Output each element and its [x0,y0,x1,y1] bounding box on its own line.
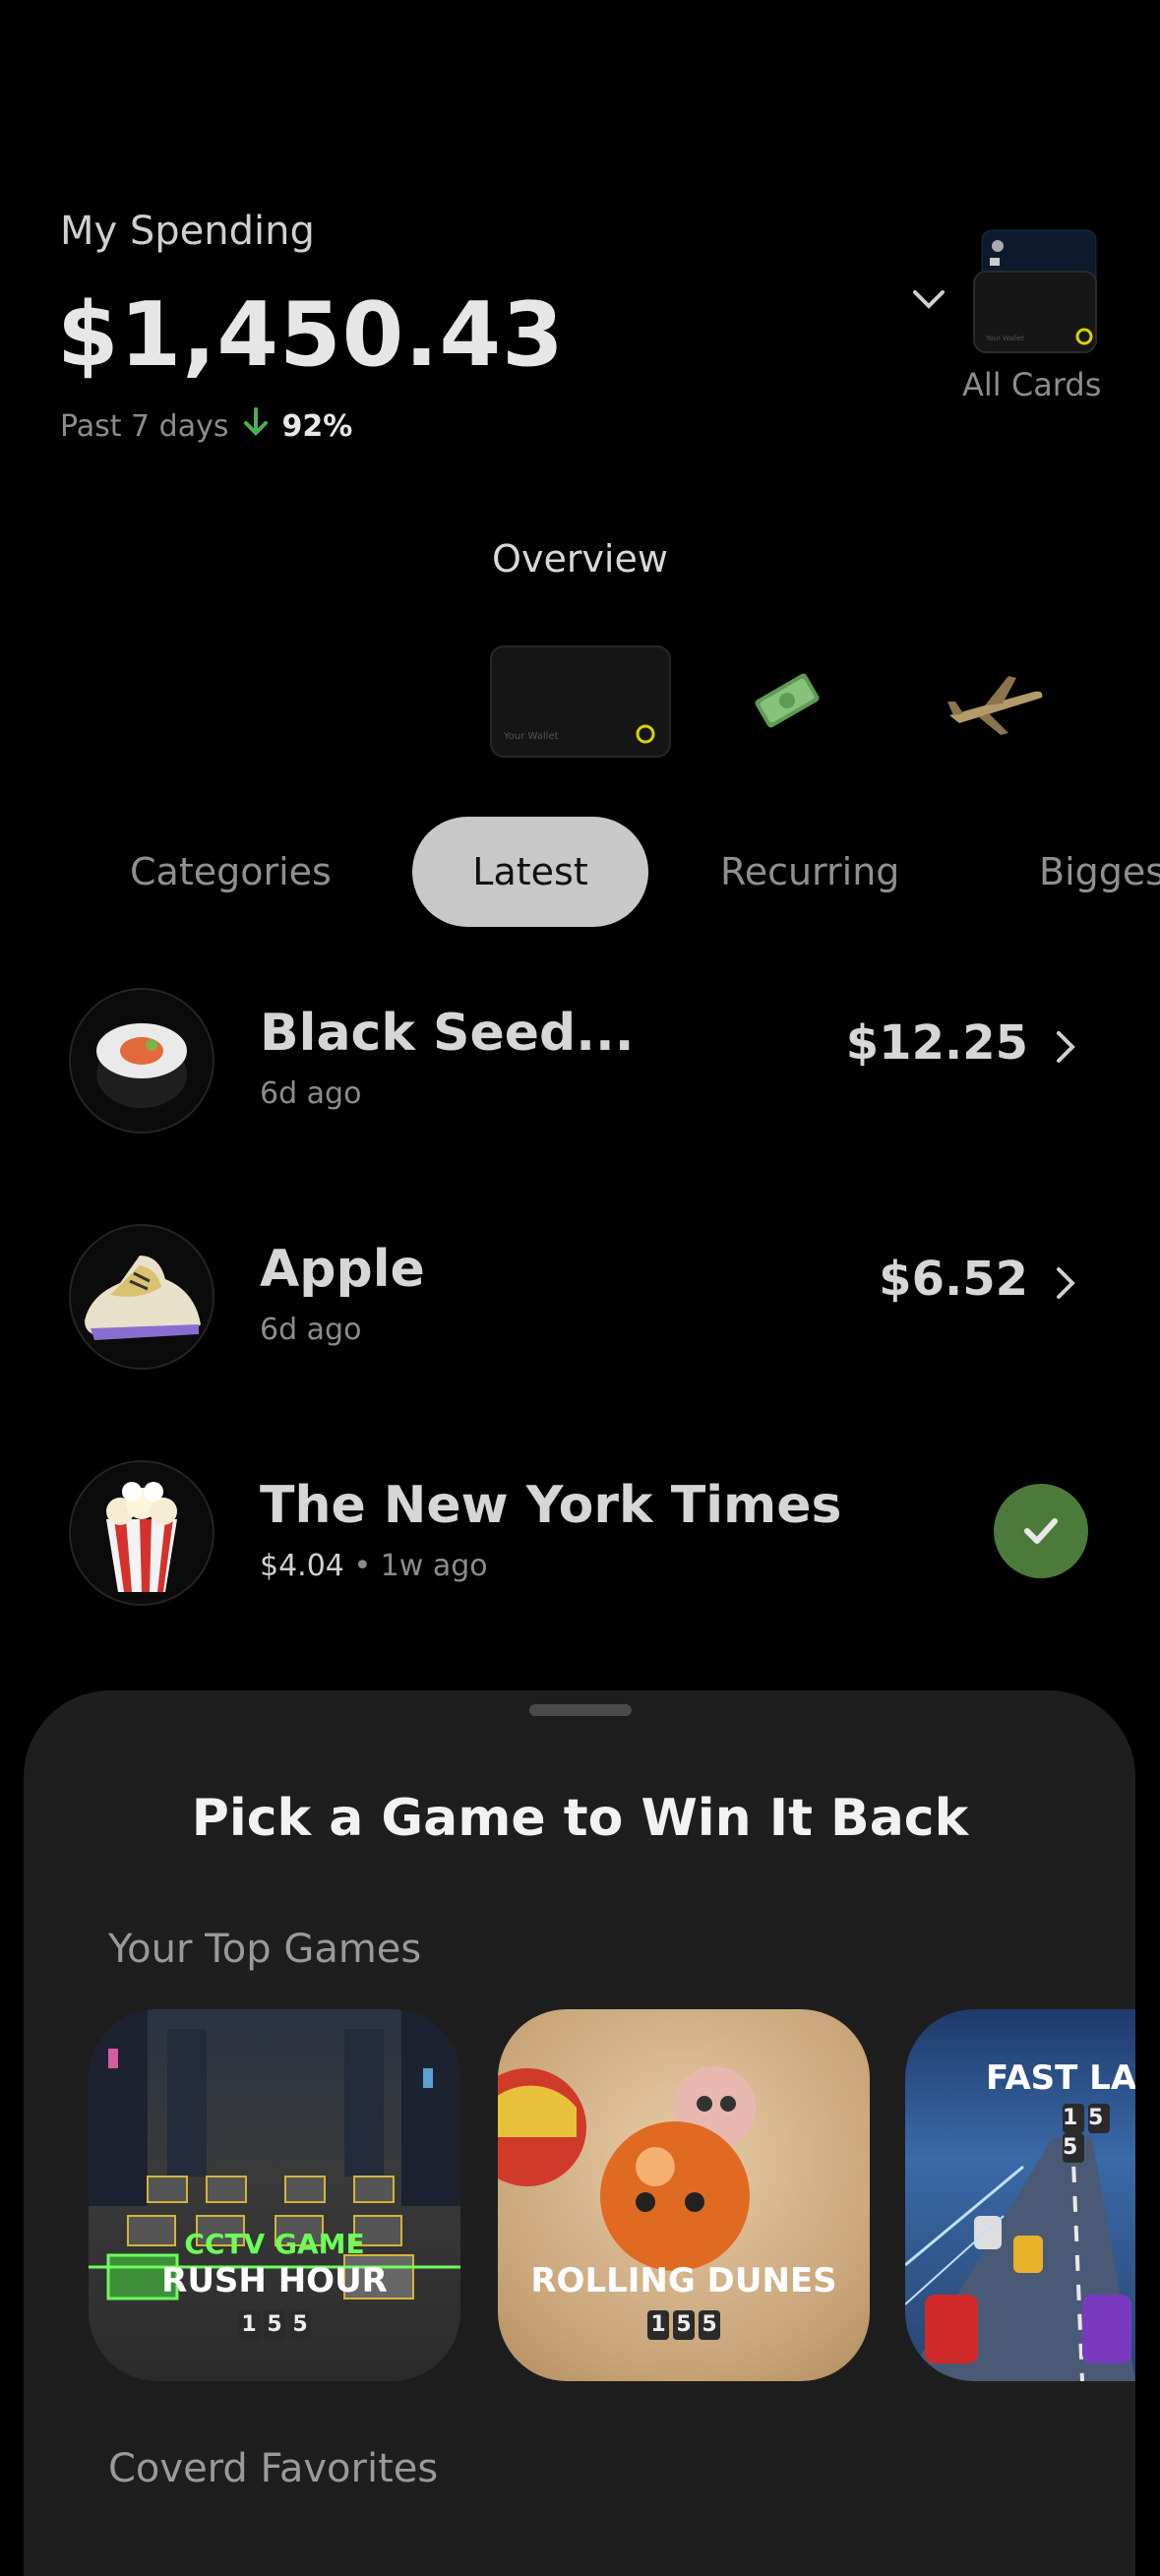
digit: 5 [264,2310,285,2340]
transaction-time: • 1w ago [353,1549,488,1583]
tab-biggest[interactable]: Biggest [1039,817,1160,927]
transaction-row[interactable]: The New York Times $4.04 • 1w ago [0,1446,1160,1624]
spending-title: My Spending [60,209,315,254]
game-title-line1: CCTV GAME [184,2228,365,2260]
digit: 5 [1088,2104,1110,2133]
sushi-icon [69,988,214,1134]
game-card-rush-hour[interactable]: CCTV GAME RUSH HOUR 155 [89,2009,460,2381]
favorites-label: Coverd Favorites [108,2446,439,2491]
tab-categories[interactable]: Categories [130,817,332,927]
digit: 5 [673,2310,695,2340]
game-title: ROLLING DUNES [530,2261,837,2300]
game-title: FAST LA [986,2058,1135,2098]
wallet-card[interactable]: Your Wallet [490,645,671,758]
transaction-amount: $12.25 [845,1015,1028,1071]
top-games-label: Your Top Games [108,1927,422,1972]
digit: 5 [1063,2133,1084,2163]
sheet-drag-handle[interactable] [529,1704,632,1716]
transaction-name: The New York Times [260,1476,842,1535]
popcorn-icon [69,1460,214,1606]
all-cards-label[interactable]: All Cards [962,366,1101,403]
game-digits: 155 [89,2310,460,2340]
digit: 5 [699,2310,720,2340]
change-percent: 92% [281,408,353,444]
covered-check-icon [994,1484,1088,1578]
money-icon[interactable] [748,661,826,740]
chevron-right-icon [1053,1263,1078,1303]
card-logo-icon [636,724,655,744]
chevron-right-icon [1053,1027,1078,1067]
transaction-meta: $4.04 • 1w ago [260,1549,488,1583]
overview-title: Overview [492,537,668,581]
game-card-rolling-dunes[interactable]: ROLLING DUNES 155 [498,2009,870,2381]
digit: 1 [238,2310,260,2340]
airplane-icon[interactable] [940,664,1048,743]
sneaker-icon [69,1224,214,1370]
transaction-name: Black Seed... [260,1004,635,1063]
transaction-time: 6d ago [260,1076,362,1111]
sheet-title: Pick a Game to Win It Back [191,1789,969,1848]
tab-latest[interactable]: Latest [412,817,648,927]
card-stack-icon[interactable]: Your Wallet [968,224,1106,362]
game-digits: 155 [498,2310,870,2340]
transaction-amount: $6.52 [879,1252,1028,1307]
game-digits: 155 [1061,2104,1135,2163]
period-label: Past 7 days [60,408,229,444]
transaction-name: Apple [260,1240,425,1299]
spending-amount: $1,450.43 [57,283,565,387]
transaction-row[interactable]: Apple 6d ago $6.52 [0,1210,1160,1387]
digit: 5 [289,2310,311,2340]
digit: 1 [1063,2104,1084,2133]
transaction-time: 6d ago [260,1313,362,1347]
chevron-down-icon[interactable] [909,280,948,320]
svg-text:Your Wallet: Your Wallet [985,335,1024,342]
tab-recurring[interactable]: Recurring [720,817,899,927]
spending-period: Past 7 days 92% [60,407,352,445]
transaction-amount: $4.04 [260,1549,344,1583]
wallet-card-text: Your Wallet [504,731,559,742]
game-card-fast-lane[interactable]: FAST LA 1 55 [905,2009,1135,2381]
game-title-line2: RUSH HOUR [161,2261,388,2300]
transaction-row[interactable]: Black Seed... 6d ago $12.25 [0,974,1160,1151]
arrow-down-icon [243,407,269,445]
digit: 1 [647,2310,669,2340]
